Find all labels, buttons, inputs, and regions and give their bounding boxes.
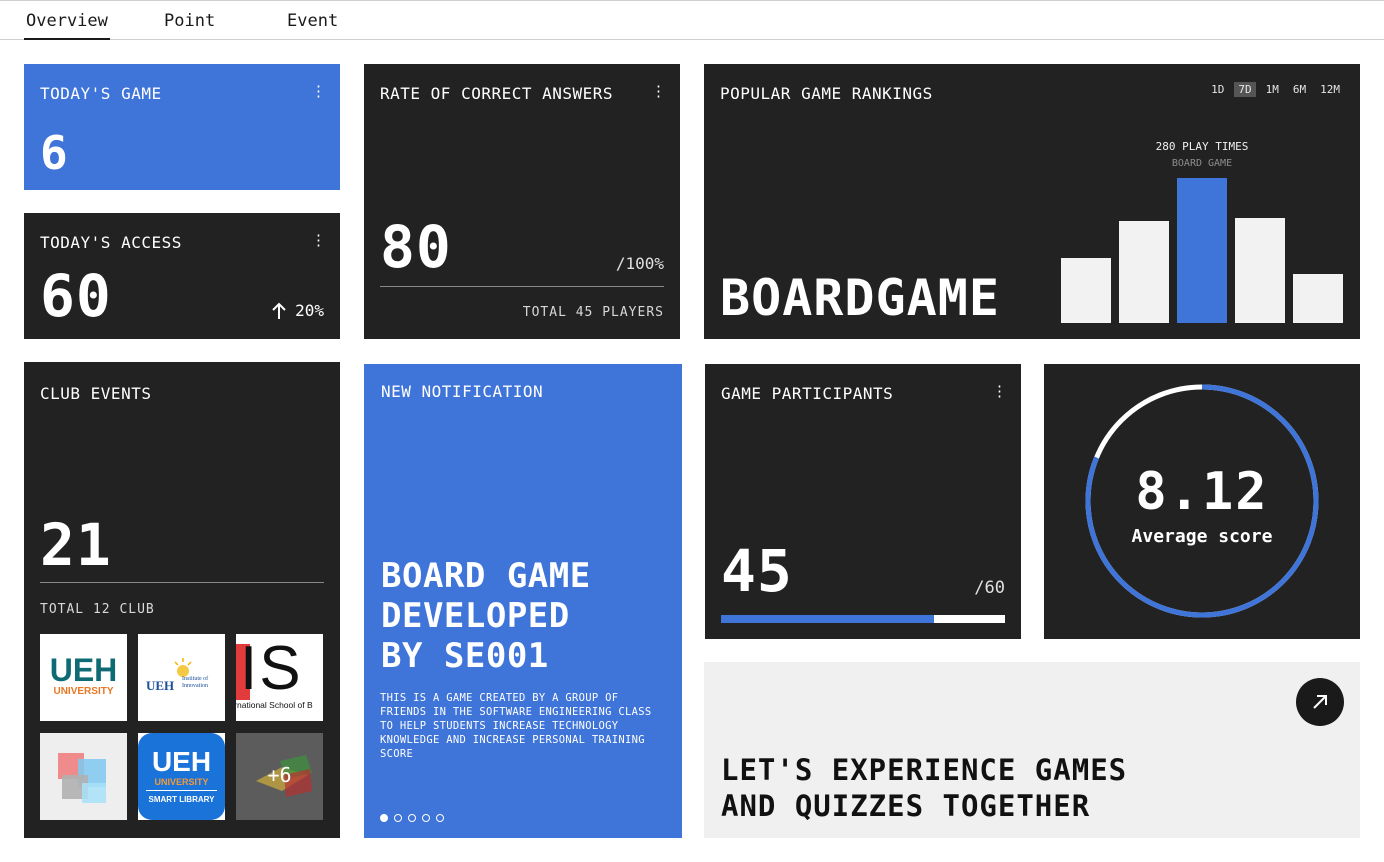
club-events-title: CLUB EVENTS (40, 384, 152, 403)
access-change-value: 20% (295, 301, 324, 320)
ranking-bar[interactable] (1119, 221, 1169, 323)
ranking-bar[interactable] (1061, 258, 1111, 323)
kebab-menu-icon[interactable]: ⋮ (311, 233, 326, 248)
participants-progress-fill (721, 615, 934, 623)
notification-headline: BOARD GAME DEVELOPED BY SE001 (381, 556, 591, 676)
cta-card: LET'S EXPERIENCE GAMES AND QUIZZES TOGET… (704, 662, 1360, 838)
club-logo-ueh[interactable]: UEH UNIVERSITY (40, 634, 127, 721)
notification-body: THIS IS A GAME CREATED BY A GROUP OF FRI… (380, 692, 652, 760)
todays-game-title: TODAY'S GAME (40, 84, 162, 103)
rankings-headline: BOARDGAME (720, 269, 1000, 327)
average-score-label: Average score (1131, 526, 1273, 547)
access-change: 20% (271, 301, 324, 320)
average-score-card: 8.12 Average score (1044, 364, 1360, 639)
period-7d[interactable]: 7D (1234, 82, 1256, 97)
divider (380, 286, 664, 287)
club-logo-cubes[interactable] (40, 733, 127, 820)
todays-game-value: 6 (40, 126, 69, 180)
period-1m[interactable]: 1M (1262, 82, 1283, 97)
correct-rate-max: /100% (615, 254, 664, 273)
participants-progress-bar (721, 615, 1005, 623)
kebab-menu-icon[interactable]: ⋮ (651, 84, 666, 99)
club-logo-international-school[interactable]: IS International School of B (236, 634, 323, 721)
participants-title: GAME PARTICIPANTS (721, 384, 894, 403)
ranking-bar-chart (1061, 163, 1345, 323)
correct-rate-total: TOTAL 45 PLAYERS (522, 305, 664, 320)
slide-indicator (380, 814, 444, 822)
ranking-bar[interactable] (1235, 218, 1285, 323)
kebab-menu-icon[interactable]: ⋮ (992, 384, 1007, 399)
club-events-card: CLUB EVENTS 21 TOTAL 12 CLUB UEH UNIVERS… (24, 362, 340, 838)
more-clubs-count: +6 (267, 763, 292, 787)
club-logo-grid: UEH UNIVERSITY UEH Institute of Innovati… (40, 634, 323, 820)
club-logo-ueh-innovation[interactable]: UEH Institute of Innovation (138, 634, 225, 721)
club-logo-more[interactable]: +6 (236, 733, 323, 820)
club-events-total: TOTAL 12 CLUB (40, 602, 155, 617)
slide-dot[interactable] (394, 814, 402, 822)
arrow-up-right-button[interactable] (1296, 678, 1344, 726)
correct-rate-value: 80 (380, 213, 452, 281)
tab-point[interactable]: Point (164, 11, 215, 31)
slide-dot[interactable] (380, 814, 388, 822)
lightbulb-icon (174, 658, 192, 677)
tab-bar: Overview Point Event (0, 0, 1384, 40)
participants-card: GAME PARTICIPANTS ⋮ 45 /60 (705, 364, 1021, 639)
period-6m[interactable]: 6M (1289, 82, 1310, 97)
bar-highlight-label: 280 PLAY TIMES (1155, 140, 1249, 153)
slide-dot[interactable] (422, 814, 430, 822)
todays-access-value: 60 (40, 262, 112, 330)
notification-card: NEW NOTIFICATION BOARD GAME DEVELOPED BY… (364, 364, 682, 838)
participants-max: /60 (974, 578, 1005, 598)
correct-rate-card: RATE OF CORRECT ANSWERS ⋮ 80 /100% TOTAL… (364, 64, 680, 339)
correct-rate-title: RATE OF CORRECT ANSWERS (380, 84, 614, 103)
tab-event[interactable]: Event (287, 11, 338, 31)
average-score-value: 8.12 (1135, 462, 1269, 522)
divider (40, 582, 324, 583)
participants-value: 45 (721, 537, 793, 605)
todays-access-card: TODAY'S ACCESS ⋮ 60 20% (24, 213, 340, 339)
ranking-bar[interactable] (1293, 274, 1343, 323)
period-1d[interactable]: 1D (1207, 82, 1228, 97)
todays-game-card: TODAY'S GAME ⋮ 6 (24, 64, 340, 190)
period-selector: 1D 7D 1M 6M 12M (1207, 82, 1344, 97)
tab-overview[interactable]: Overview (24, 11, 110, 40)
club-logo-ueh-smart-library[interactable]: UEH UNIVERSITY SMART LIBRARY (138, 733, 225, 820)
cube-logo-icon (58, 753, 106, 803)
ranking-bar[interactable] (1177, 178, 1227, 323)
arrow-up-right-icon (1313, 695, 1327, 709)
todays-access-title: TODAY'S ACCESS (40, 233, 182, 252)
cta-text: LET'S EXPERIENCE GAMES AND QUIZZES TOGET… (721, 753, 1128, 823)
notification-title: NEW NOTIFICATION (381, 382, 544, 401)
rankings-card: POPULAR GAME RANKINGS 1D 7D 1M 6M 12M BO… (704, 64, 1360, 339)
slide-dot[interactable] (436, 814, 444, 822)
arrow-up-icon (272, 302, 286, 319)
rankings-title: POPULAR GAME RANKINGS (720, 84, 933, 103)
club-events-value: 21 (40, 511, 112, 579)
kebab-menu-icon[interactable]: ⋮ (311, 84, 326, 99)
slide-dot[interactable] (408, 814, 416, 822)
period-12m[interactable]: 12M (1316, 82, 1344, 97)
